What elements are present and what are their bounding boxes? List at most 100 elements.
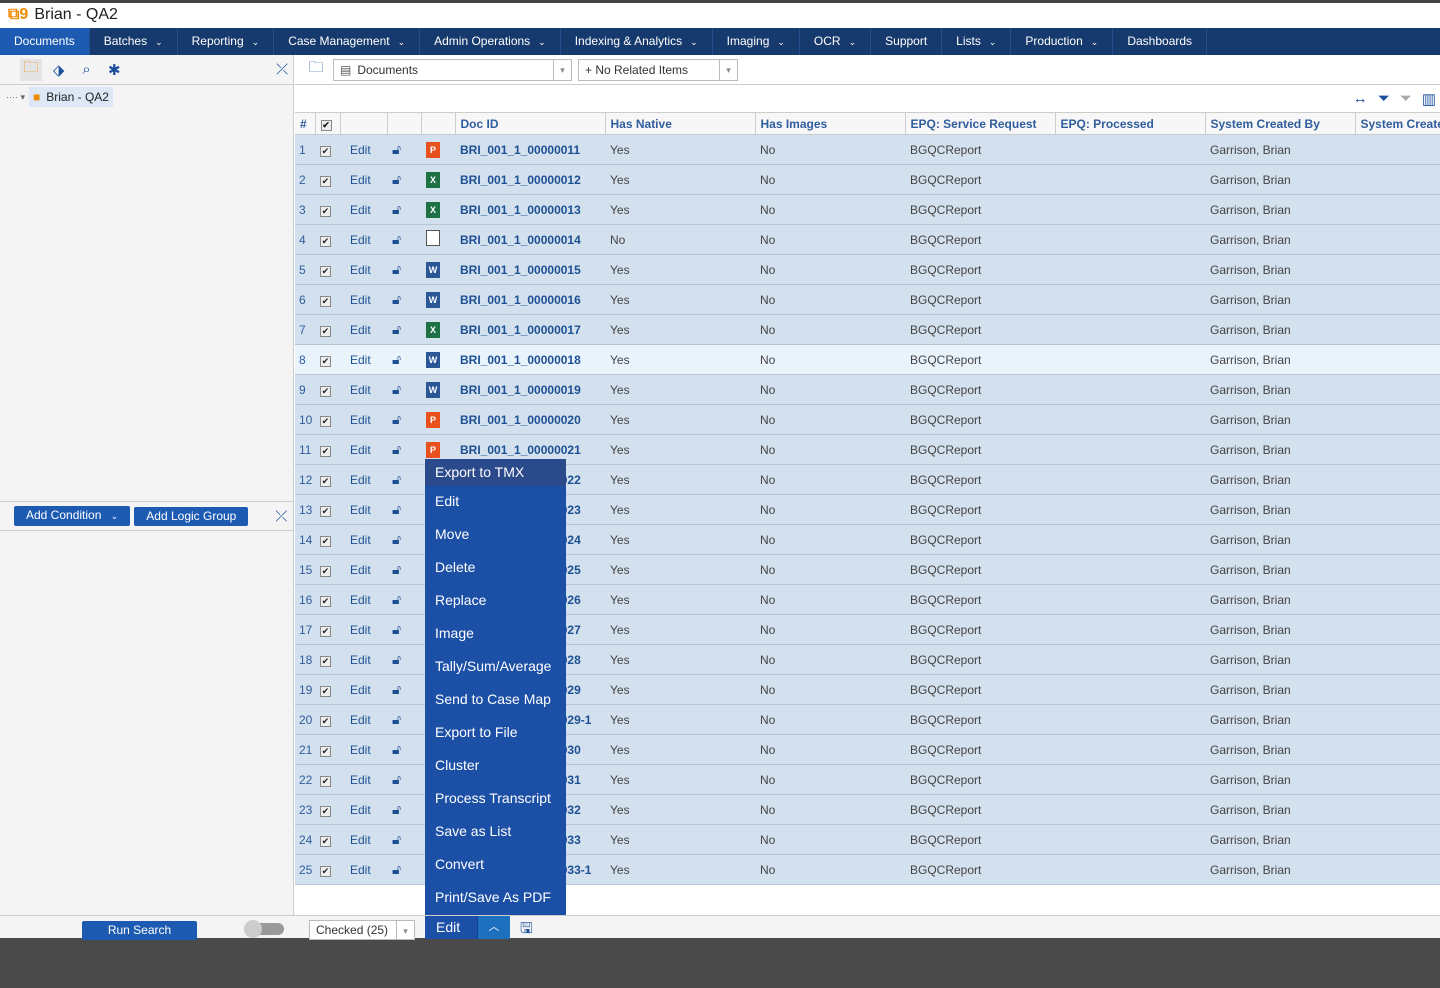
doc-file-icon[interactable]: W: [426, 261, 440, 278]
edit-link[interactable]: Edit: [340, 164, 387, 195]
menu-item-image[interactable]: Image: [425, 618, 566, 651]
menu-item-move[interactable]: Move: [425, 519, 566, 552]
edit-link[interactable]: Edit: [340, 344, 387, 375]
table-row[interactable]: 5 ✔ Edit 🔓︎ W BRI_001_1_00000015 Yes No …: [295, 254, 1440, 285]
xls-file-icon[interactable]: X: [426, 201, 440, 218]
column-header[interactable]: System Create: [1355, 112, 1440, 135]
edit-link[interactable]: Edit: [340, 854, 387, 885]
menu-item-save-as-list[interactable]: Save as List: [425, 816, 566, 849]
edit-link[interactable]: Edit: [340, 524, 387, 555]
column-header[interactable]: #: [295, 112, 316, 135]
edit-link[interactable]: Edit: [340, 314, 387, 345]
row-checkbox[interactable]: ✔: [320, 415, 331, 427]
column-header-blank[interactable]: [340, 112, 388, 135]
edit-link[interactable]: Edit: [340, 824, 387, 855]
table-row[interactable]: 7 ✔ Edit 🔓︎ X BRI_001_1_00000017 Yes No …: [295, 314, 1440, 345]
filter-icon[interactable]: ⏷: [1378, 90, 1390, 107]
table-row[interactable]: 1 ✔ Edit 🔓︎ P BRI_001_1_00000011 Yes No …: [295, 134, 1440, 165]
menu-item-cluster[interactable]: Cluster: [425, 750, 566, 783]
unlock-icon[interactable]: 🔓︎: [392, 351, 401, 367]
row-checkbox[interactable]: ✔: [320, 565, 331, 577]
column-header[interactable]: EPQ: Service Request: [905, 112, 1056, 135]
menu-item-edit[interactable]: Edit: [425, 486, 566, 519]
edit-link[interactable]: Edit: [340, 464, 387, 495]
row-checkbox[interactable]: ✔: [320, 295, 331, 307]
nav-item-dashboards[interactable]: Dashboards: [1113, 28, 1208, 55]
table-row[interactable]: 4 ✔ Edit 🔓︎ BRI_001_1_00000014 No No BGQ…: [295, 224, 1440, 255]
table-row[interactable]: 10 ✔ Edit 🔓︎ P BRI_001_1_00000020 Yes No…: [295, 404, 1440, 435]
column-header[interactable]: System Created By: [1205, 112, 1356, 135]
row-checkbox[interactable]: ✔: [320, 205, 331, 217]
row-checkbox[interactable]: ✔: [320, 265, 331, 277]
edit-link[interactable]: Edit: [340, 704, 387, 735]
table-row[interactable]: 2 ✔ Edit 🔓︎ X BRI_001_1_00000012 Yes No …: [295, 164, 1440, 195]
menu-item-delete[interactable]: Delete: [425, 552, 566, 585]
edit-link[interactable]: Edit: [340, 374, 387, 405]
row-checkbox[interactable]: ✔: [320, 865, 331, 877]
row-checkbox[interactable]: ✔: [320, 775, 331, 787]
unlock-icon[interactable]: 🔓︎: [392, 171, 401, 187]
doc-file-icon[interactable]: W: [426, 381, 440, 398]
resize-columns-icon[interactable]: ↔: [1353, 90, 1368, 107]
unlock-icon[interactable]: 🔓︎: [392, 381, 401, 397]
row-checkbox[interactable]: ✔: [320, 145, 331, 157]
tree-node-root[interactable]: ■ Brian - QA2: [29, 87, 113, 107]
column-header[interactable]: Doc ID: [455, 112, 606, 135]
menu-item-export-to-tmx[interactable]: Export to TMX: [425, 459, 566, 486]
row-checkbox[interactable]: ✔: [320, 745, 331, 757]
nav-item-indexing-analytics[interactable]: Indexing & Analytics ⌄: [561, 28, 713, 55]
ppt-file-icon[interactable]: P: [426, 411, 440, 428]
doc-id[interactable]: BRI_001_1_00000011: [455, 134, 605, 165]
ppt-file-icon[interactable]: P: [426, 141, 440, 158]
nav-item-lists[interactable]: Lists ⌄: [942, 28, 1012, 55]
doc-file-icon[interactable]: W: [426, 351, 440, 368]
menu-item-print-save-as-pdf[interactable]: Print/Save As PDF: [425, 882, 566, 915]
table-row[interactable]: 3 ✔ Edit 🔓︎ X BRI_001_1_00000013 Yes No …: [295, 194, 1440, 225]
menu-item-replace[interactable]: Replace: [425, 585, 566, 618]
columns-icon[interactable]: ▥: [1422, 90, 1436, 108]
unlock-icon[interactable]: 🔓︎: [392, 411, 401, 427]
unlock-icon[interactable]: 🔓︎: [392, 471, 401, 487]
menu-item-process-transcript[interactable]: Process Transcript: [425, 783, 566, 816]
view-select[interactable]: ▤ Documents ▾: [333, 58, 572, 81]
column-header[interactable]: Has Images: [755, 112, 906, 135]
clear-filter-icon[interactable]: ⏷: [1400, 90, 1412, 107]
xls-file-icon[interactable]: X: [426, 171, 440, 188]
row-checkbox[interactable]: ✔: [320, 715, 331, 727]
edit-link[interactable]: Edit: [340, 284, 387, 315]
doc-id[interactable]: BRI_001_1_00000018: [455, 344, 605, 375]
unlock-icon[interactable]: 🔓︎: [392, 681, 401, 697]
nav-item-case-management[interactable]: Case Management ⌄: [274, 28, 421, 55]
edit-link[interactable]: Edit: [340, 194, 387, 225]
unlock-icon[interactable]: 🔓︎: [392, 621, 401, 637]
xls-file-icon[interactable]: X: [426, 321, 440, 338]
doc-id[interactable]: BRI_001_1_00000012: [455, 164, 605, 195]
row-checkbox[interactable]: ✔: [320, 595, 331, 607]
folder-icon[interactable]: 🗀: [305, 59, 327, 81]
nav-item-production[interactable]: Production ⌄: [1011, 28, 1114, 55]
edit-link[interactable]: Edit: [340, 644, 387, 675]
edit-link[interactable]: Edit: [340, 134, 387, 165]
unlock-icon[interactable]: 🔓︎: [392, 201, 401, 217]
edit-link[interactable]: Edit: [340, 614, 387, 645]
add-condition-button[interactable]: Add Condition ⌄: [14, 506, 131, 526]
unlock-icon[interactable]: 🔓︎: [392, 711, 401, 727]
unlock-icon[interactable]: 🔓︎: [392, 531, 401, 547]
row-checkbox[interactable]: ✔: [320, 655, 331, 667]
column-header-blank[interactable]: [387, 112, 422, 135]
edit-link[interactable]: Edit: [340, 254, 387, 285]
doc-id[interactable]: BRI_001_1_00000016: [455, 284, 605, 315]
checkbox[interactable]: ✔: [320, 119, 332, 131]
search-doc-icon[interactable]: ⌕: [76, 59, 98, 81]
row-checkbox[interactable]: ✔: [320, 175, 331, 187]
doc-id[interactable]: BRI_001_1_00000017: [455, 314, 605, 345]
doc-id[interactable]: BRI_001_1_00000015: [455, 254, 605, 285]
unlock-icon[interactable]: 🔓︎: [392, 591, 401, 607]
unlock-icon[interactable]: 🔓︎: [392, 261, 401, 277]
table-row[interactable]: 8 ✔ Edit 🔓︎ W BRI_001_1_00000018 Yes No …: [295, 344, 1440, 375]
toggle-switch[interactable]: [244, 920, 284, 938]
select-all-checkbox[interactable]: ✔: [315, 112, 341, 135]
doc-file-icon[interactable]: W: [426, 291, 440, 308]
expand-arrow-icon[interactable]: ···· ▾: [6, 92, 25, 103]
collapse-icon[interactable]: ⤫: [270, 505, 292, 527]
